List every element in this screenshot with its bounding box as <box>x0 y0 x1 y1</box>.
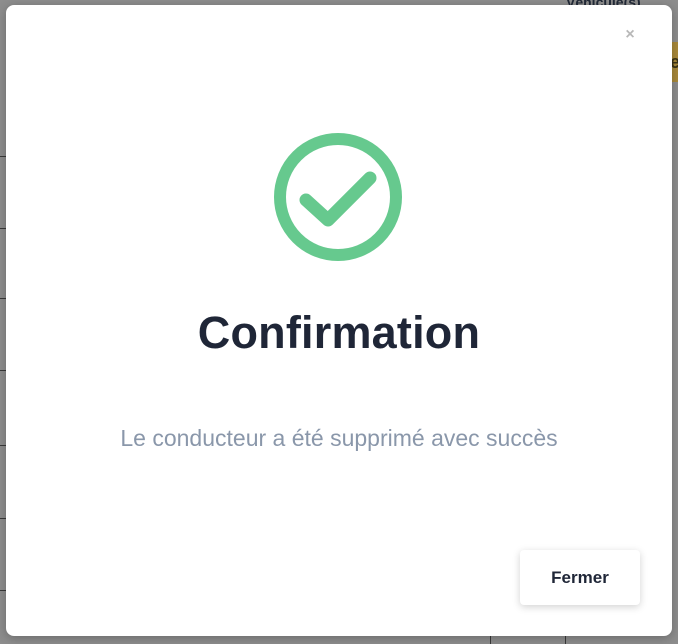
check-mark <box>299 171 377 227</box>
check-circle-ring <box>274 133 402 261</box>
modal-title: Confirmation <box>197 307 481 358</box>
check-circle-icon <box>274 133 402 261</box>
confirmation-modal: × Confirmation Le conducteur a été suppr… <box>6 5 672 636</box>
close-button[interactable]: Fermer <box>520 550 640 605</box>
close-icon[interactable]: × <box>622 27 638 43</box>
modal-message: Le conducteur a été supprimé avec succès <box>120 425 558 451</box>
background-col-divider <box>490 636 491 644</box>
background-col-divider <box>565 636 566 644</box>
